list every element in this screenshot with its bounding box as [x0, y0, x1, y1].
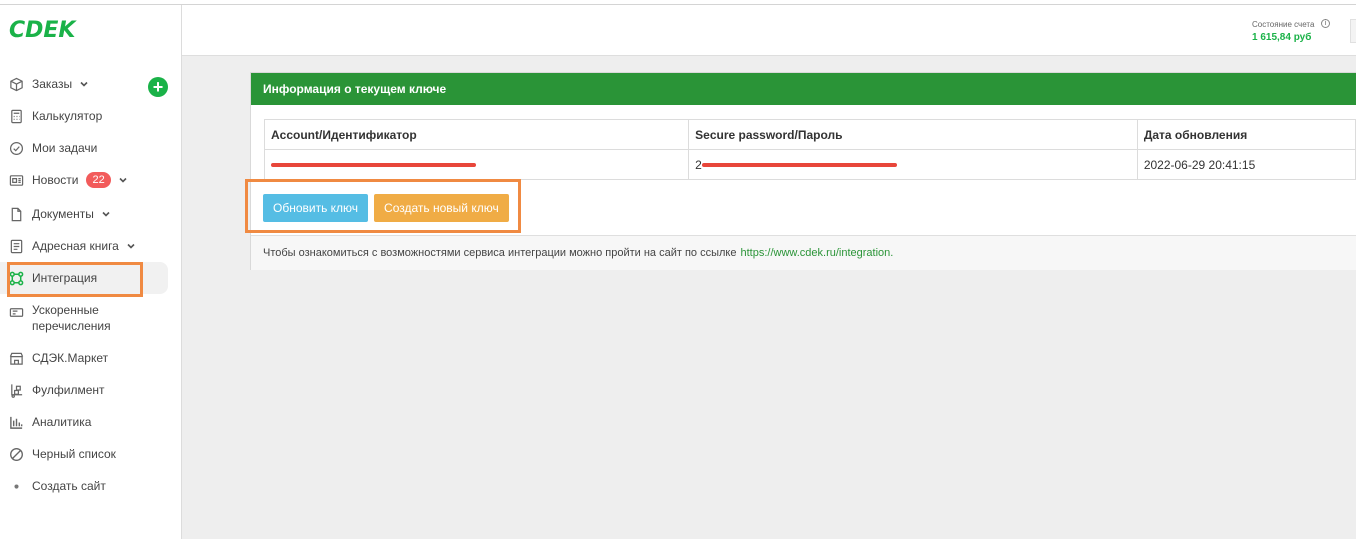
integration-info-footer: Чтобы ознакомиться с возможностями серви…: [251, 235, 1356, 270]
account-balance-value: 1 615,84 руб: [1252, 32, 1312, 43]
info-icon[interactable]: i: [1321, 19, 1330, 28]
sidebar-item-fulfillment[interactable]: Фулфилмент: [0, 374, 168, 406]
blocked-icon: [9, 447, 24, 462]
sidebar-item-documents[interactable]: Документы: [0, 198, 168, 230]
calculator-icon: [9, 109, 24, 124]
account-balance-label: Состояние счета: [1252, 20, 1315, 29]
store-icon: [9, 351, 24, 366]
password-cell[interactable]: 2: [688, 149, 1138, 180]
sidebar-item-label: Ускоренные перечисления: [32, 302, 111, 334]
payment-icon: [9, 305, 24, 320]
sidebar-item-market[interactable]: СДЭК.Маркет: [0, 342, 168, 374]
sidebar-item-label: Заказы: [32, 77, 73, 91]
integration-icon: [9, 271, 24, 286]
refresh-key-button[interactable]: Обновить ключ: [263, 194, 369, 222]
fulfillment-icon: [9, 383, 24, 398]
create-new-key-button[interactable]: Создать новый ключ: [374, 194, 509, 222]
sidebar: CDEK + Заказы Калькулятор Мои задачи Нов…: [0, 5, 182, 539]
sidebar-item-integration[interactable]: Интеграция: [0, 262, 168, 294]
integration-link[interactable]: https://www.cdek.ru/integration.: [740, 247, 893, 259]
news-count-badge: 22: [86, 172, 111, 188]
document-icon: [9, 207, 24, 222]
label-line-1: Ускоренные: [32, 303, 99, 317]
sidebar-item-label: Новости: [32, 173, 79, 187]
sidebar-item-fast-payments[interactable]: Ускоренные перечисления: [0, 302, 168, 338]
sidebar-item-create-site[interactable]: Создать сайт: [0, 470, 168, 502]
cdek-logo[interactable]: CDEK: [9, 18, 75, 43]
chevron-down-icon[interactable]: [79, 79, 89, 89]
sidebar-item-orders[interactable]: Заказы: [0, 68, 168, 100]
key-info-panel: Информация о текущем ключе Account/Идент…: [250, 72, 1356, 270]
box-icon: [9, 77, 24, 92]
table-header-row: Account/Идентификатор Secure password/Па…: [263, 119, 1356, 150]
sidebar-item-label: СДЭК.Маркет: [32, 351, 109, 365]
sidebar-item-label: Мои задачи: [32, 141, 98, 155]
sidebar-item-blacklist[interactable]: Черный список: [0, 438, 168, 470]
chevron-down-icon[interactable]: [101, 209, 111, 219]
header-menu-button[interactable]: [1350, 19, 1356, 43]
updated-cell: 2022-06-29 20:41:15: [1136, 149, 1356, 180]
sidebar-item-label: Документы: [32, 207, 94, 221]
sidebar-item-address-book[interactable]: Адресная книга: [0, 230, 168, 262]
account-cell[interactable]: [263, 149, 690, 180]
chevron-down-icon[interactable]: [118, 175, 128, 185]
column-header-account: Account/Идентификатор: [263, 119, 690, 150]
key-actions: Обновить ключ Создать новый ключ: [263, 194, 509, 222]
sidebar-item-calculator[interactable]: Калькулятор: [0, 100, 168, 132]
redaction-mark: [701, 163, 897, 168]
sidebar-item-label: Адресная книга: [32, 239, 119, 253]
address-book-icon: [9, 239, 24, 254]
chevron-down-icon[interactable]: [126, 241, 136, 251]
label-line-2: перечисления: [32, 319, 111, 333]
sidebar-item-label: Интеграция: [32, 271, 98, 285]
column-header-password: Secure password/Пароль: [688, 119, 1138, 150]
sidebar-item-news[interactable]: Новости 22: [0, 164, 168, 196]
top-header: Состояние счета i 1 615,84 руб: [182, 5, 1356, 56]
sidebar-item-label: Фулфилмент: [32, 383, 105, 397]
redaction-mark: [271, 163, 476, 168]
news-icon: [9, 173, 24, 188]
footer-text: Чтобы ознакомиться с возможностями серви…: [263, 247, 737, 259]
analytics-icon: [9, 415, 24, 430]
check-circle-icon: [9, 141, 24, 156]
sidebar-item-label: Калькулятор: [32, 109, 103, 123]
dot-icon: [9, 479, 24, 494]
table-row: 2 2022-06-29 20:41:15: [263, 149, 1356, 180]
column-header-updated: Дата обновления: [1136, 119, 1356, 150]
sidebar-item-tasks[interactable]: Мои задачи: [0, 132, 168, 164]
panel-title: Информация о текущем ключе: [251, 73, 1356, 105]
sidebar-item-analytics[interactable]: Аналитика: [0, 406, 168, 438]
sidebar-item-label: Аналитика: [32, 415, 92, 429]
password-prefix: 2: [695, 157, 702, 172]
sidebar-item-label: Черный список: [32, 447, 116, 461]
keys-table: Account/Идентификатор Secure password/Па…: [263, 119, 1356, 180]
sidebar-item-label: Создать сайт: [32, 479, 106, 493]
